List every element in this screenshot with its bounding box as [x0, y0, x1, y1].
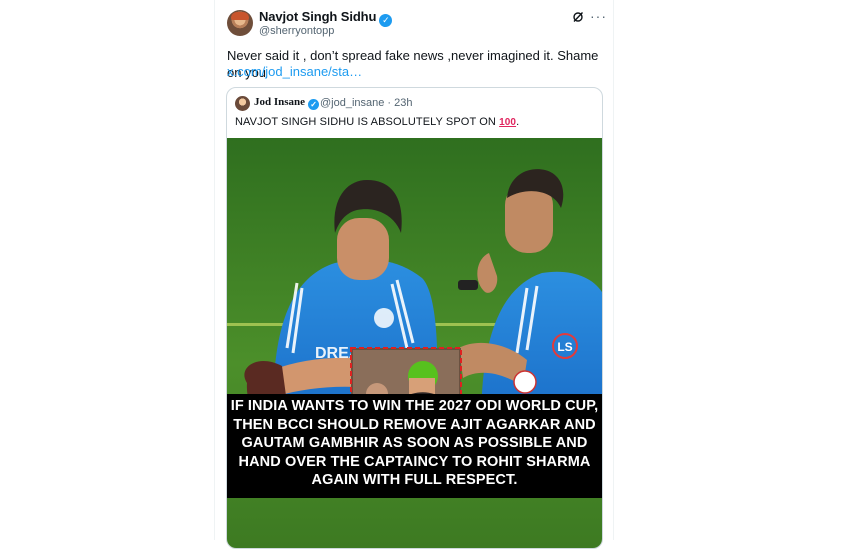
grok-icon[interactable] — [572, 11, 584, 23]
caption-line: GAUTAM GAMBHIR AS SOON AS POSSIBLE AND — [241, 435, 588, 451]
hundred-points-emoji: 100 — [499, 117, 517, 128]
quote-text-body: NAVJOT SINGH SIDHU IS ABSOLUTELY SPOT ON — [235, 116, 496, 128]
verified-badge-icon: ✓ — [308, 99, 320, 110]
author-name-text[interactable]: Navjot Singh Sidhu — [259, 9, 376, 24]
tweet-link[interactable]: x.com/jod_insane/sta… — [227, 64, 362, 79]
caption-line: AGAIN WITH FULL RESPECT. — [311, 472, 518, 488]
caption-line: THEN BCCI SHOULD REMOVE AJIT AGARKAR AND — [233, 416, 596, 433]
quote-handle[interactable]: @jod_insane · 23h — [320, 97, 413, 109]
author-handle[interactable]: @sherryontopp — [259, 25, 334, 37]
quote-author-name[interactable]: Jod Insane ✓ — [254, 96, 320, 110]
quote-text: NAVJOT SINGH SIDHU IS ABSOLUTELY SPOT ON… — [235, 116, 519, 128]
watermark-logo: LS — [557, 340, 572, 354]
quote-avatar[interactable] — [235, 96, 250, 111]
verified-badge-icon: ✓ — [379, 14, 393, 27]
image-caption: IF INDIA WANTS TO WIN THE 2027 ODI WORLD… — [227, 394, 602, 498]
quoted-tweet[interactable]: Jod Insane ✓ @jod_insane · 23h NAVJOT SIN… — [226, 87, 603, 549]
quote-text-end: . — [516, 116, 520, 128]
caption-line: HAND OVER THE CAPTAINCY TO ROHIT SHARMA — [238, 453, 591, 470]
quote-author-name-text[interactable]: Jod Insane — [254, 96, 305, 108]
caption-line: IF INDIA WANTS TO WIN THE 2027 ODI WORLD… — [230, 398, 599, 414]
author-avatar[interactable] — [227, 10, 253, 36]
more-icon[interactable]: ··· — [590, 8, 607, 24]
